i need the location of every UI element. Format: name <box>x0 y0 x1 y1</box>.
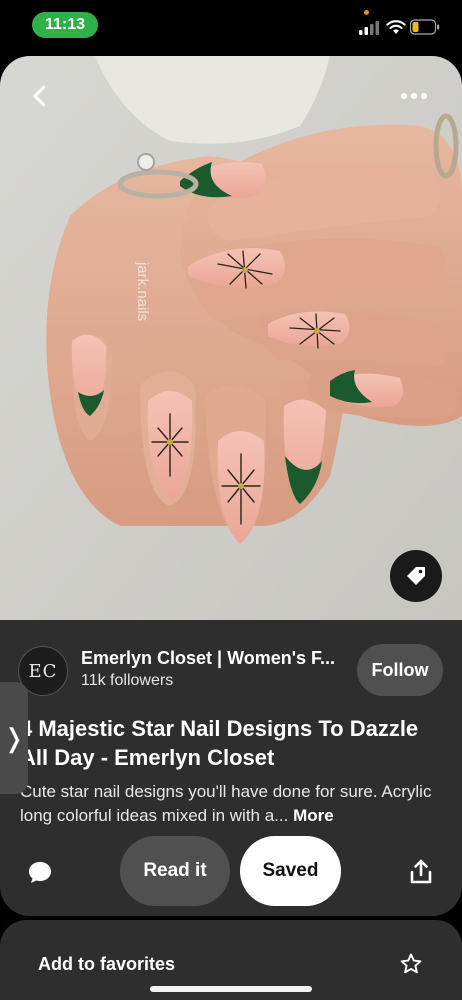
follower-count: 11k followers <box>81 672 174 689</box>
pin-title: 4 Majestic Star Nail Designs To Dazzle A… <box>20 716 419 770</box>
pin-description: Cute star nail designs you'll have done … <box>20 780 445 828</box>
follow-button[interactable]: Follow <box>357 644 443 696</box>
description-text: Cute star nail designs you'll have done … <box>20 782 432 825</box>
star-outline-icon[interactable] <box>399 952 423 976</box>
shop-tags-button[interactable] <box>390 550 442 602</box>
more-link[interactable]: More <box>293 806 334 825</box>
share-icon[interactable] <box>408 858 434 886</box>
creator-info: EC Emerlyn Closet | Women's F... 11k fol… <box>0 642 462 698</box>
creator-name[interactable]: Emerlyn Closet | Women's F... <box>81 648 335 669</box>
privacy-indicator-dot <box>364 10 369 15</box>
more-horizontal-icon <box>401 93 407 99</box>
add-to-favorites-label[interactable]: Add to favorites <box>38 954 175 975</box>
tag-icon <box>407 567 425 585</box>
more-options-button[interactable] <box>394 86 434 106</box>
saved-button[interactable]: Saved <box>240 836 341 906</box>
status-bar: 11:13 <box>0 0 462 50</box>
read-it-button[interactable]: Read it <box>120 836 230 906</box>
wifi-icon <box>386 20 406 34</box>
battery-icon <box>410 19 440 35</box>
home-indicator[interactable] <box>150 986 312 992</box>
cellular-signal-icon <box>359 21 379 35</box>
pin-image[interactable]: jark.nails <box>0 56 462 620</box>
chevron-right-icon: ❭ <box>3 722 25 753</box>
chevron-left-icon <box>33 85 46 107</box>
back-button[interactable] <box>22 78 58 114</box>
action-bar: Read it Saved <box>0 836 462 908</box>
image-watermark: jark.nails <box>134 261 151 321</box>
status-time[interactable]: 11:13 <box>32 12 98 38</box>
side-drawer-handle[interactable]: ❭ <box>0 682 28 794</box>
comment-icon[interactable] <box>26 858 54 886</box>
